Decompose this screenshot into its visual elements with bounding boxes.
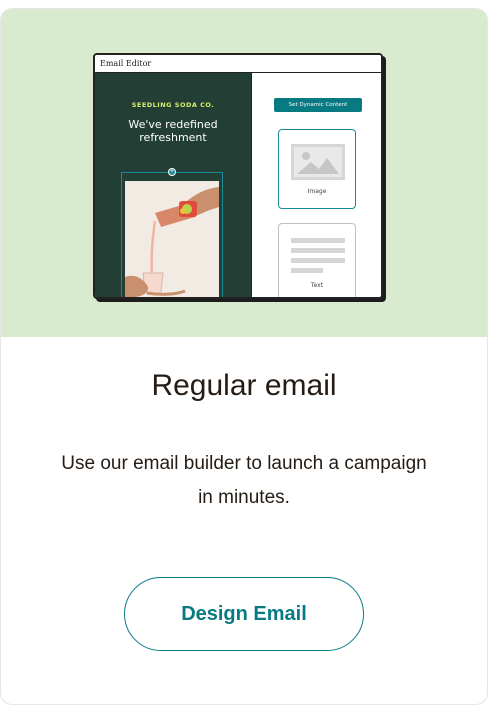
email-headline: We've redefined refreshment bbox=[128, 118, 218, 144]
email-preview-panel: SEEDLING SODA CO. We've redefined refres… bbox=[95, 73, 251, 297]
brand-name: SEEDLING SODA CO. bbox=[131, 101, 215, 109]
card-description: Use our email builder to launch a campai… bbox=[61, 453, 427, 508]
add-block-icon: + bbox=[168, 168, 176, 176]
email-editor-illustration: Email Editor SEEDLING SODA CO. We've red… bbox=[93, 53, 383, 299]
text-block: Text bbox=[278, 223, 356, 297]
card-hero: Email Editor SEEDLING SODA CO. We've red… bbox=[1, 9, 487, 337]
editor-window-title: Email Editor bbox=[95, 55, 381, 73]
image-block: Image bbox=[278, 129, 356, 209]
image-placeholder-icon bbox=[291, 144, 345, 180]
set-dynamic-content-button: Set Dynamic Content bbox=[274, 98, 362, 112]
card-title: Regular email bbox=[151, 369, 337, 402]
text-lines-icon bbox=[291, 238, 345, 273]
soda-pour-photo bbox=[125, 181, 219, 297]
design-email-button[interactable]: Design Email bbox=[124, 577, 364, 651]
text-block-label: Text bbox=[310, 282, 324, 289]
image-block-label: Image bbox=[307, 188, 327, 195]
content-blocks-panel: Set Dynamic Content Image Text bbox=[251, 73, 381, 297]
email-type-card: Email Editor SEEDLING SODA CO. We've red… bbox=[0, 8, 488, 705]
